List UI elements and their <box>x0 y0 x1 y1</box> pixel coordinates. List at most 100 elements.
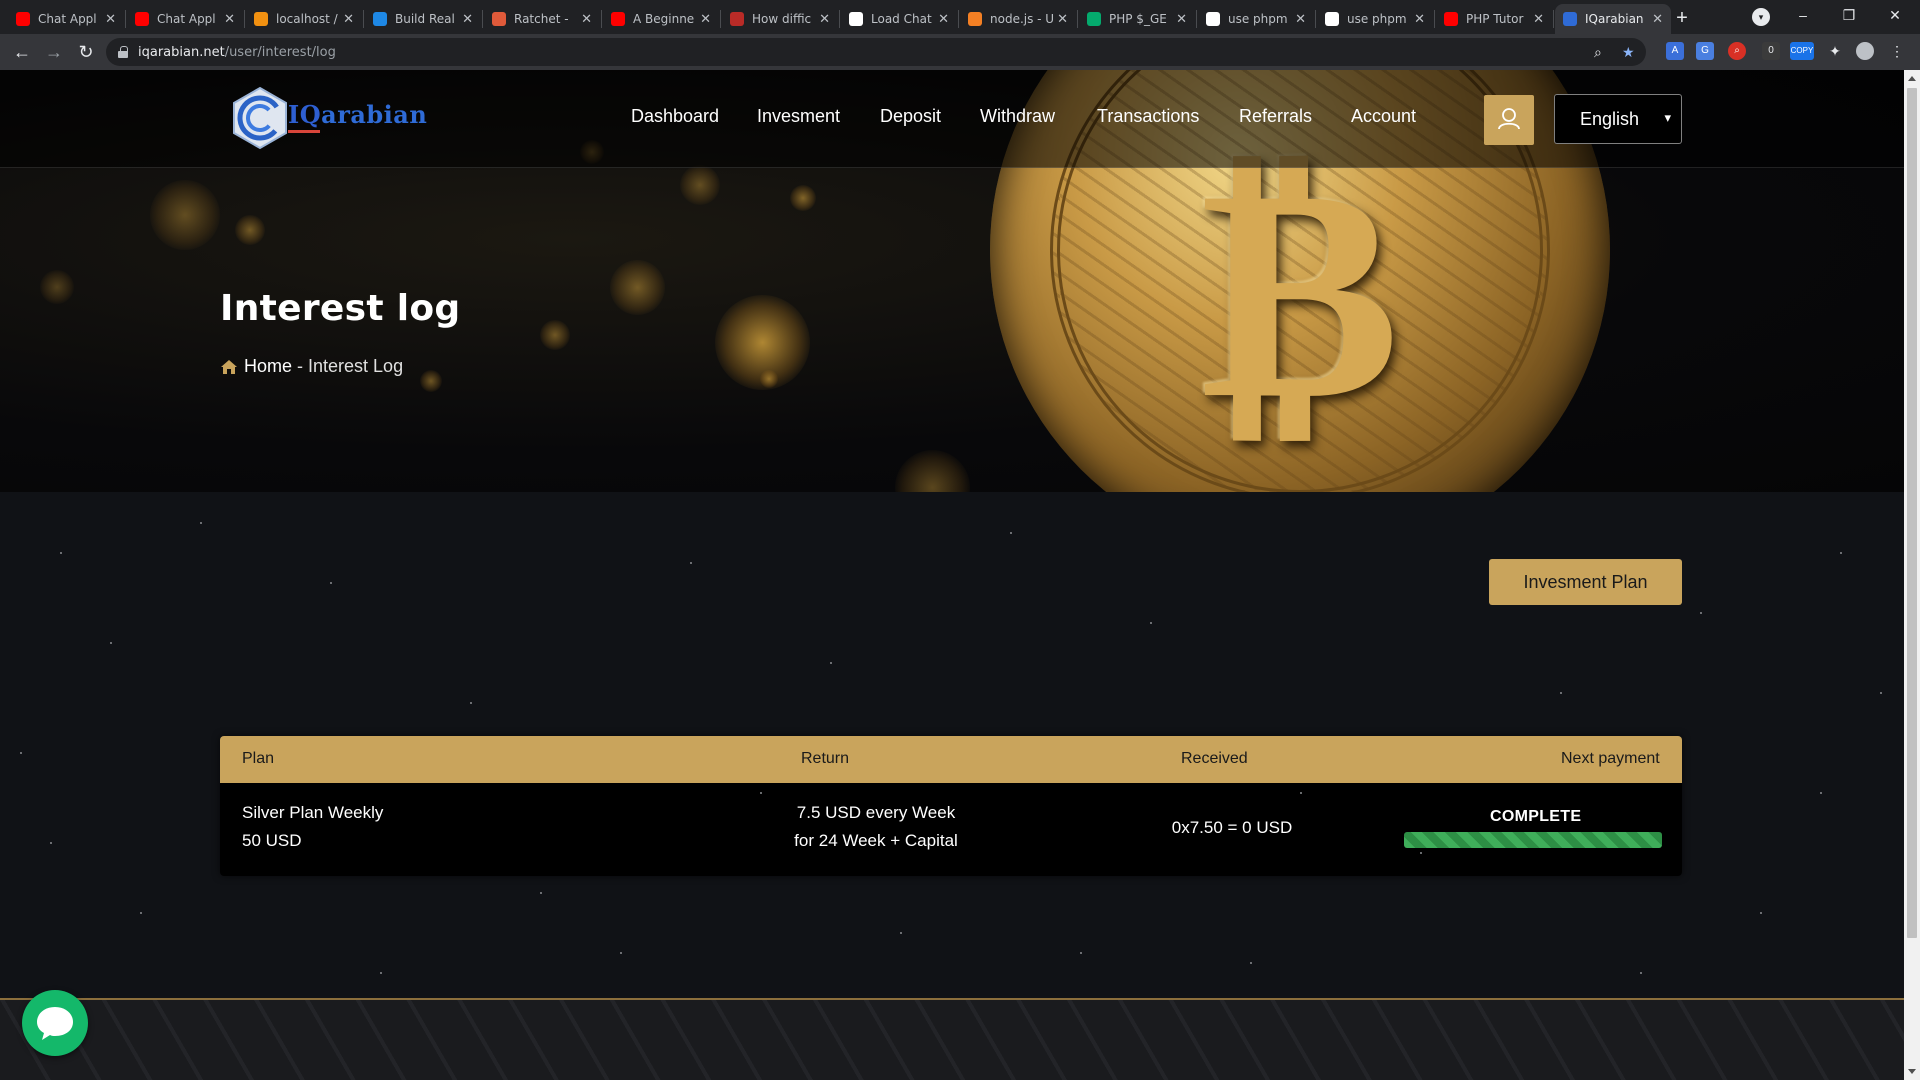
background-star <box>1080 952 1082 954</box>
close-tab-icon[interactable]: ✕ <box>700 12 711 27</box>
nav-account[interactable]: Account <box>1351 106 1416 127</box>
background-star <box>1880 692 1882 694</box>
browser-tab[interactable]: Load Chat ✕ <box>841 4 957 34</box>
browser-menu-icon[interactable]: ⋮ <box>1888 42 1906 60</box>
close-tab-icon[interactable]: ✕ <box>1414 12 1425 27</box>
nav-withdraw[interactable]: Withdraw <box>980 106 1055 127</box>
minimize-button[interactable]: – <box>1780 0 1826 34</box>
header-return: Return <box>801 750 850 767</box>
progress-fill <box>1404 832 1662 848</box>
received-cell: 0x7.50 = 0 USD <box>1171 818 1293 837</box>
tab-title: IQarabian <box>1585 12 1644 26</box>
language-value: English <box>1580 108 1640 129</box>
browser-tab[interactable]: How diffic ✕ <box>722 4 838 34</box>
tab-separator <box>1315 10 1316 28</box>
browser-tab[interactable]: PHP Tutor ✕ <box>1436 4 1552 34</box>
reload-button[interactable]: ↻ <box>74 40 98 64</box>
browser-tab[interactable]: node.js - U ✕ <box>960 4 1076 34</box>
url-host: iqarabian.net <box>138 44 225 60</box>
nav-deposit[interactable]: Deposit <box>880 106 941 127</box>
breadcrumb-home-link[interactable]: Home <box>244 356 292 377</box>
tab-separator <box>1434 10 1435 28</box>
scroll-up-arrow[interactable] <box>1908 76 1916 81</box>
restore-button[interactable]: ❐ <box>1826 0 1872 34</box>
tab-search-button[interactable]: ▾ <box>1752 8 1770 26</box>
chat-bubble-icon <box>37 1007 73 1040</box>
tab-title: PHP $_GE <box>1109 12 1167 26</box>
invesment-plan-button[interactable]: Invesment Plan <box>1489 559 1682 605</box>
scroll-down-arrow[interactable] <box>1908 1069 1916 1074</box>
youtube-icon <box>1444 12 1458 26</box>
close-tab-icon[interactable]: ✕ <box>462 12 473 27</box>
browser-tab[interactable]: Chat Appl ✕ <box>8 4 124 34</box>
content-section: Invesment Plan Plan Return Received Next… <box>0 492 1904 998</box>
zoom-icon[interactable]: ⌕ <box>1594 44 1602 61</box>
close-tab-icon[interactable]: ✕ <box>1295 12 1306 27</box>
background-star <box>1760 912 1762 914</box>
close-window-button[interactable]: ✕ <box>1872 0 1918 34</box>
browser-tab[interactable]: Ratchet - ✕ <box>484 4 600 34</box>
status-badge: COMPLETE <box>1490 808 1582 825</box>
close-tab-icon[interactable]: ✕ <box>819 12 830 27</box>
profile-avatar[interactable] <box>1856 42 1874 60</box>
extension-counter-icon[interactable]: 0 <box>1762 42 1780 60</box>
browser-tab[interactable]: Chat Appl ✕ <box>127 4 243 34</box>
browser-tab[interactable]: A Beginne ✕ <box>603 4 719 34</box>
background-star <box>330 582 332 584</box>
browser-tab[interactable]: PHP $_GE ✕ <box>1079 4 1195 34</box>
logo-underline <box>288 130 320 133</box>
logo-wordmark[interactable]: IQarabian <box>288 100 427 129</box>
user-profile-button[interactable] <box>1484 95 1534 145</box>
extension-copy-icon[interactable]: COPY <box>1790 42 1814 60</box>
background-star <box>1640 972 1642 974</box>
extension-google-translate-icon[interactable]: G <box>1696 42 1714 60</box>
close-tab-icon[interactable]: ✕ <box>938 12 949 27</box>
return-cell: 7.5 USD every Week for 24 Week + Capital <box>736 799 1016 855</box>
nav-transactions[interactable]: Transactions <box>1097 106 1199 127</box>
live-chat-button[interactable] <box>22 990 88 1056</box>
table-header: Plan Return Received Next payment <box>220 736 1682 783</box>
page-scrollbar[interactable] <box>1904 70 1920 1080</box>
bookmark-star-icon[interactable]: ★ <box>1622 44 1635 61</box>
nav-referrals[interactable]: Referrals <box>1239 106 1312 127</box>
close-tab-icon[interactable]: ✕ <box>1057 12 1068 27</box>
browser-tab[interactable]: use phpm ✕ <box>1317 4 1433 34</box>
close-tab-icon[interactable]: ✕ <box>1652 12 1663 27</box>
close-tab-icon[interactable]: ✕ <box>343 12 354 27</box>
forward-button[interactable]: → <box>42 40 66 64</box>
nav-invesment[interactable]: Invesment <box>757 106 840 127</box>
browser-tab[interactable]: use phpm ✕ <box>1198 4 1314 34</box>
close-tab-icon[interactable]: ✕ <box>105 12 116 27</box>
close-tab-icon[interactable]: ✕ <box>581 12 592 27</box>
browser-tab[interactable]: Build Real ✕ <box>365 4 481 34</box>
nav-dashboard[interactable]: Dashboard <box>631 106 719 127</box>
extensions-puzzle-icon[interactable]: ✦ <box>1826 42 1844 60</box>
breadcrumb-current: Interest Log <box>308 356 404 376</box>
language-select[interactable]: English ▾ <box>1554 94 1682 144</box>
tab-separator <box>601 10 602 28</box>
background-star <box>620 952 622 954</box>
back-button[interactable]: ← <box>10 40 34 64</box>
background-star <box>140 912 142 914</box>
youtube-icon <box>16 12 30 26</box>
close-tab-icon[interactable]: ✕ <box>1533 12 1544 27</box>
logo-hexagon-icon[interactable] <box>232 86 288 150</box>
background-star <box>1820 792 1822 794</box>
user-icon <box>1498 108 1520 130</box>
address-bar[interactable]: iqarabian.net/user/interest/log ⌕ ★ <box>106 38 1646 66</box>
scroll-thumb[interactable] <box>1907 88 1917 938</box>
extension-translate-icon[interactable]: A <box>1666 42 1684 60</box>
background-star <box>1420 852 1422 854</box>
background-star <box>1840 552 1842 554</box>
tab-title: A Beginne <box>633 12 695 26</box>
site-header: IQarabian Dashboard Invesment Deposit Wi… <box>0 70 1904 168</box>
browser-tab[interactable]: localhost / ✕ <box>246 4 362 34</box>
close-tab-icon[interactable]: ✕ <box>1176 12 1187 27</box>
browser-tab[interactable]: IQarabian ✕ <box>1555 4 1671 34</box>
close-tab-icon[interactable]: ✕ <box>224 12 235 27</box>
footer <box>0 998 1904 1080</box>
extension-search-icon[interactable]: ⌕ <box>1728 42 1746 60</box>
tab-title: use phpm <box>1228 12 1288 26</box>
table-row: Silver Plan Weekly 50 USD 7.5 USD every … <box>220 783 1682 876</box>
new-tab-button[interactable]: + <box>1670 6 1694 30</box>
